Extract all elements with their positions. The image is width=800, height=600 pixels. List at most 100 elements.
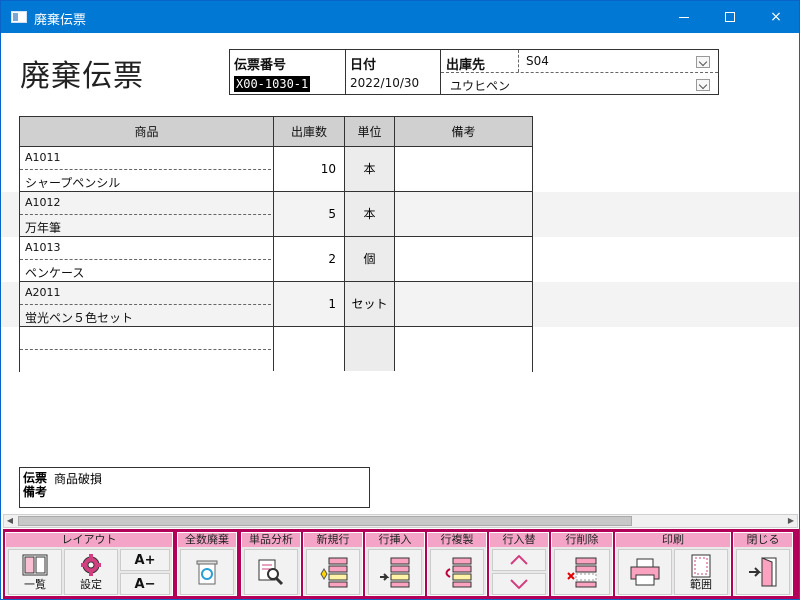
date-label: 日付 <box>350 58 377 73</box>
minimize-button[interactable] <box>661 1 707 33</box>
divider <box>441 72 718 73</box>
insert-row-button[interactable] <box>368 549 422 595</box>
unit-cell: 個 <box>345 237 395 281</box>
list-button[interactable]: 一覧 <box>8 549 62 595</box>
new-row-icon <box>320 557 348 588</box>
divider <box>20 169 271 170</box>
qty-cell[interactable]: 5 <box>274 192 345 236</box>
font-size-down-button[interactable]: A− <box>120 573 170 595</box>
new-row-button[interactable] <box>306 549 360 595</box>
group-label: 行複製 <box>428 533 486 547</box>
delete-row-icon <box>567 557 597 588</box>
app-icon <box>11 11 27 23</box>
scroll-right-icon[interactable]: ▶ <box>785 515 797 527</box>
table-row[interactable]: A2011 蛍光ペン５色セット 1 セット <box>20 282 532 327</box>
divider <box>518 50 519 72</box>
column-header: 出庫数 <box>274 117 345 147</box>
memo-label: 伝票備考 <box>23 471 48 499</box>
group-label: 閉じる <box>734 533 792 547</box>
qty-cell[interactable]: 2 <box>274 237 345 281</box>
memo-field[interactable]: 商品破損 <box>54 470 102 487</box>
group-label: 行削除 <box>552 533 612 547</box>
note-cell[interactable] <box>395 147 532 191</box>
close-button[interactable]: × <box>753 1 799 33</box>
copy-row-button[interactable] <box>430 549 484 595</box>
note-cell[interactable] <box>395 192 532 236</box>
group-label: 新規行 <box>304 533 362 547</box>
minimize-icon <box>679 17 689 18</box>
qty-cell[interactable]: 10 <box>274 147 345 191</box>
print-group: 印刷 範囲 <box>615 532 731 596</box>
item-cell[interactable] <box>20 327 274 371</box>
group-label: 行挿入 <box>366 533 424 547</box>
all-dispose-group: 全数廃棄 <box>177 532 237 596</box>
dest-name-field[interactable]: ユウヒペン <box>450 77 510 94</box>
table-row[interactable]: A1013 ペンケース 2 個 <box>20 237 532 282</box>
table-row[interactable] <box>20 327 532 372</box>
date-field[interactable]: 2022/10/30 <box>350 76 419 90</box>
chevron-down-icon[interactable] <box>696 56 710 68</box>
scroll-left-icon[interactable]: ◀ <box>4 515 16 527</box>
item-cell[interactable]: A1011 シャープペンシル <box>20 147 274 191</box>
analysis-icon <box>258 559 284 586</box>
unit-cell: セット <box>345 282 395 326</box>
print-range-button[interactable]: 範囲 <box>674 549 728 595</box>
delete-row-group: 行削除 <box>551 532 613 596</box>
window-title: 廃棄伝票 <box>34 13 87 28</box>
copy-row-icon <box>445 557 472 588</box>
item-analysis-group: 単品分析 <box>241 532 301 596</box>
item-cell[interactable]: A2011 蛍光ペン５色セット <box>20 282 274 326</box>
slip-no-field[interactable]: X00-1030-1 <box>234 76 311 92</box>
note-cell[interactable] <box>395 237 532 281</box>
divider <box>20 214 271 215</box>
exit-button[interactable] <box>736 549 790 595</box>
horizontal-scrollbar[interactable]: ◀ ▶ <box>3 514 798 528</box>
scroll-thumb[interactable] <box>18 516 632 526</box>
divider <box>20 259 271 260</box>
item-cell[interactable]: A1012 万年筆 <box>20 192 274 236</box>
divider <box>20 349 271 350</box>
dest-label: 出庫先 <box>446 58 486 73</box>
arrow-up-icon <box>510 555 528 565</box>
qty-cell[interactable]: 1 <box>274 282 345 326</box>
move-down-button[interactable] <box>492 573 546 595</box>
item-name: シャープペンシル <box>25 176 121 190</box>
items-table: 商品 出庫数 単位 備考 A1011 シャープペンシル 10 本 A1012 万… <box>19 116 533 372</box>
group-label: レイアウト <box>6 533 172 547</box>
delete-row-button[interactable] <box>554 549 610 595</box>
move-up-button[interactable] <box>492 549 546 571</box>
settings-button[interactable]: 設定 <box>64 549 118 595</box>
close-group: 閉じる <box>733 532 793 596</box>
arrow-down-icon <box>510 579 528 589</box>
all-dispose-button[interactable] <box>180 549 234 595</box>
table-row[interactable]: A1012 万年筆 5 本 <box>20 192 532 237</box>
item-cell[interactable]: A1013 ペンケース <box>20 237 274 281</box>
font-size-up-button[interactable]: A+ <box>120 549 170 571</box>
maximize-button[interactable] <box>707 1 753 33</box>
column-header: 備考 <box>451 125 476 139</box>
exit-door-icon <box>749 557 777 587</box>
table-row[interactable]: A1011 シャープペンシル 10 本 <box>20 147 532 192</box>
insert-row-group: 行挿入 <box>365 532 425 596</box>
font-down-icon: A− <box>134 577 156 592</box>
print-range-icon <box>691 554 711 578</box>
chevron-down-icon[interactable] <box>696 79 710 91</box>
font-up-icon: A+ <box>134 553 156 568</box>
qty-cell[interactable] <box>274 327 345 371</box>
settings-label: 設定 <box>80 578 102 591</box>
divider <box>345 50 346 94</box>
note-cell[interactable] <box>395 327 532 371</box>
print-button[interactable] <box>618 549 672 595</box>
column-header: 商品 <box>20 117 274 147</box>
item-analysis-button[interactable] <box>244 549 298 595</box>
note-cell[interactable] <box>395 282 532 326</box>
close-icon: × <box>770 9 782 25</box>
dest-code-field[interactable]: S04 <box>526 54 549 68</box>
app-window: 廃棄伝票 × 廃棄伝票 伝票番号 X00-1030-1 日付 2022/10/3… <box>0 0 800 600</box>
slip-no-label: 伝票番号 <box>234 58 287 73</box>
copy-row-group: 行複製 <box>427 532 487 596</box>
item-code: A1012 <box>25 196 61 209</box>
title-bar: 廃棄伝票 × <box>1 1 799 33</box>
bottom-toolbar: レイアウト 一覧 設定 A+ A− 全数廃棄 単品分析 新規行 行挿入 行複製 … <box>3 529 799 599</box>
item-code: A1011 <box>25 151 61 164</box>
